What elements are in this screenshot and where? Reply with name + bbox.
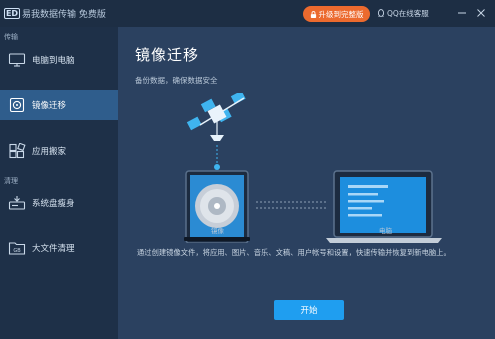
- sidebar-item-label: 应用搬家: [32, 147, 67, 157]
- minimize-icon: [458, 12, 466, 14]
- page-subtitle: 备份数据，确保数据安全: [135, 76, 218, 85]
- sidebar-item-label: 电脑到电脑: [32, 56, 75, 66]
- start-button[interactable]: 开始: [274, 300, 344, 320]
- close-icon: [477, 9, 485, 17]
- satellite-icon: [186, 93, 246, 141]
- computer-caption: 电脑: [379, 227, 392, 235]
- sidebar: 传输 电脑到电脑 镜像迁移 应用搬家 清理 系统盘瘦身 GB 大文件清理: [0, 27, 118, 339]
- transfer-dots: [256, 201, 326, 209]
- app-window: ED 易我数据传输 免费版 升级到完整版 QQ在线客服 传输 电脑到电脑 镜像迁…: [0, 0, 495, 339]
- large-file-cleanup-icon: GB: [8, 242, 26, 255]
- svg-text:GB: GB: [13, 248, 21, 254]
- title-bar: ED 易我数据传输 免费版 升级到完整版 QQ在线客服: [0, 0, 495, 27]
- feature-description: 通过创建镜像文件，将应用、图片、音乐、文稿、用户帐号和设置，快速传输并恢复到新电…: [137, 248, 451, 257]
- image-caption: 镜像: [211, 227, 224, 235]
- page-title: 镜像迁移: [135, 46, 200, 64]
- lock-icon: [310, 10, 316, 18]
- sidebar-item-label: 大文件清理: [32, 244, 75, 254]
- sidebar-item-pc-to-pc[interactable]: 电脑到电脑: [0, 45, 118, 75]
- transfer-signal-icon: [214, 145, 220, 170]
- app-migration-icon: [9, 143, 26, 159]
- upgrade-button[interactable]: 升级到完整版: [303, 6, 370, 22]
- sidebar-item-image-migration[interactable]: 镜像迁移: [0, 90, 118, 120]
- sidebar-item-system-disk-slim[interactable]: 系统盘瘦身: [0, 188, 118, 218]
- sidebar-item-label: 系统盘瘦身: [32, 199, 75, 209]
- qq-support-link[interactable]: QQ在线客服: [377, 8, 429, 19]
- app-title: 易我数据传输 免费版: [22, 10, 106, 20]
- qq-penguin-icon: [377, 9, 385, 17]
- sidebar-item-label: 镜像迁移: [32, 101, 67, 111]
- section-label-transfer: 传输: [4, 33, 18, 41]
- sidebar-item-app-migration[interactable]: 应用搬家: [0, 136, 118, 166]
- app-logo-icon: ED: [4, 8, 20, 19]
- close-button[interactable]: [474, 6, 488, 20]
- section-label-cleanup: 清理: [4, 177, 18, 185]
- sidebar-item-large-file-cleanup[interactable]: GB 大文件清理: [0, 233, 118, 263]
- minimize-button[interactable]: [455, 6, 469, 20]
- image-migration-icon: [9, 97, 25, 113]
- system-disk-slim-icon: [8, 196, 26, 210]
- main-panel: 镜像迁移 备份数据，确保数据安全 镜像 电脑 通过创建镜像文件，将应用、图片、音…: [118, 27, 495, 339]
- upgrade-label: 升级到完整版: [318, 9, 364, 19]
- qq-support-label: QQ在线客服: [387, 9, 429, 18]
- pc-to-pc-icon: [8, 53, 26, 67]
- migration-illustration: [184, 93, 442, 243]
